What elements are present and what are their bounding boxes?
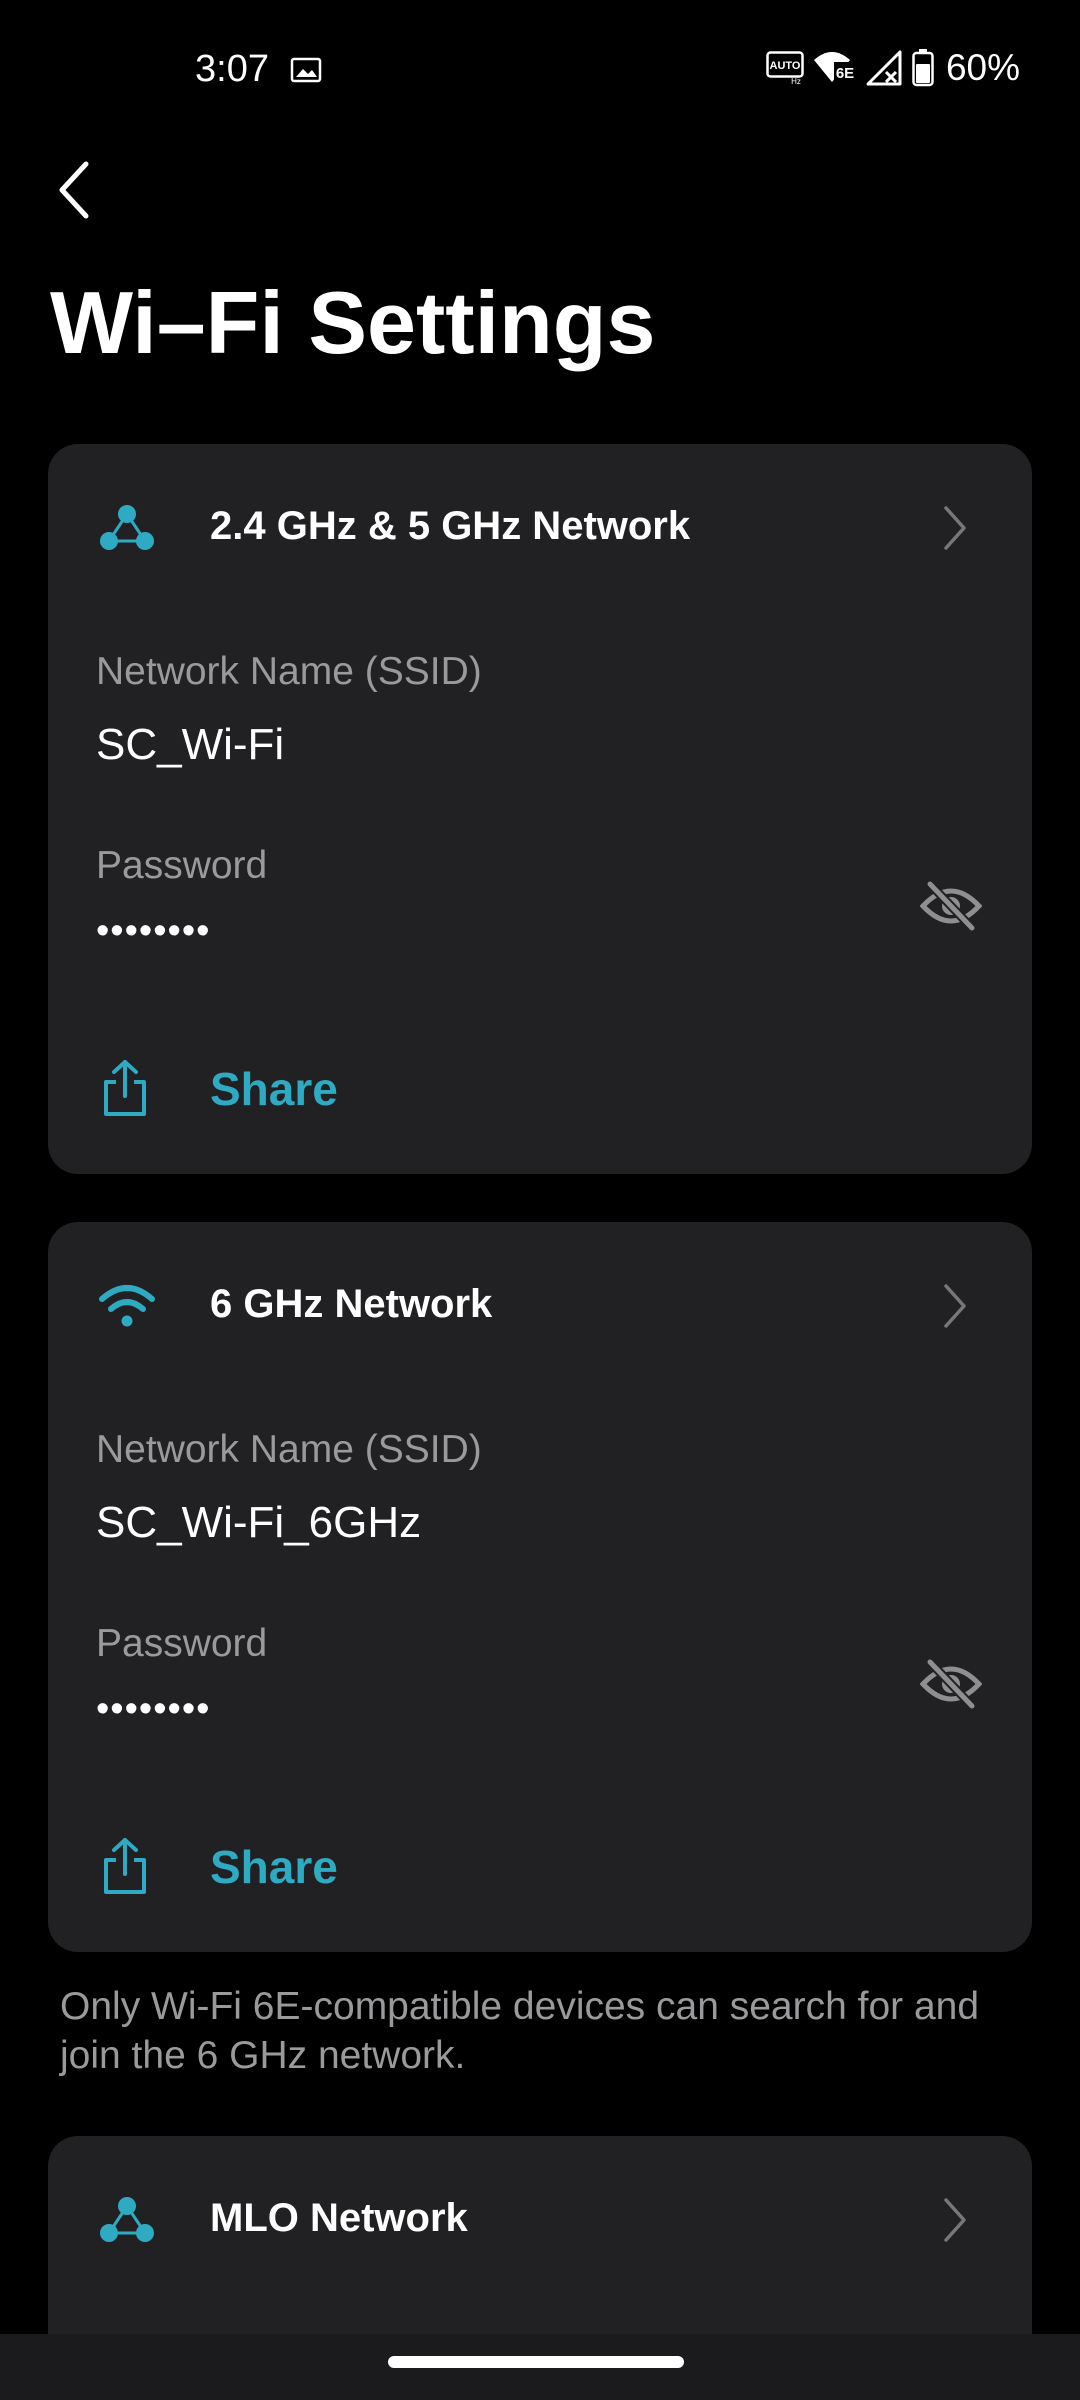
mesh-network-icon	[98, 499, 156, 557]
battery-percent: 60%	[945, 47, 1020, 88]
network-title: 2.4 GHz & 5 GHz Network	[210, 504, 691, 548]
battery-icon	[912, 49, 934, 87]
svg-text:6E: 6E	[836, 65, 854, 82]
network-title: MLO Network	[210, 2196, 468, 2240]
signal-no-service-icon	[866, 50, 902, 86]
status-bar: 3:07 AUTO Hz 6E 60%	[0, 0, 1080, 140]
status-icons: AUTO Hz 6E 60%	[766, 46, 1020, 90]
gallery-icon	[290, 57, 322, 83]
chevron-right-icon	[944, 506, 966, 550]
password-label: Password	[96, 844, 268, 887]
page-title: Wi–Fi Settings	[50, 273, 656, 372]
share-icon	[104, 1060, 146, 1116]
show-password-toggle[interactable]	[918, 1654, 984, 1714]
svg-text:AUTO: AUTO	[769, 60, 800, 72]
show-password-toggle[interactable]	[918, 876, 984, 936]
auto-hz-icon: AUTO Hz	[766, 51, 804, 85]
ssid-label: Network Name (SSID)	[96, 1428, 482, 1471]
network-card-header[interactable]: MLO Network	[48, 2136, 1032, 2306]
share-button[interactable]: Share	[48, 1816, 1032, 1916]
wifi-icon	[98, 1277, 156, 1335]
home-indicator[interactable]	[388, 2356, 684, 2368]
share-icon	[104, 1838, 146, 1894]
share-button[interactable]: Share	[48, 1038, 1032, 1138]
back-button[interactable]	[44, 150, 104, 230]
status-time: 3:07	[195, 48, 269, 90]
network-card-2g-5g: 2.4 GHz & 5 GHz Network Network Name (SS…	[48, 444, 1032, 1174]
mesh-network-icon	[98, 2191, 156, 2249]
ssid-label: Network Name (SSID)	[96, 650, 482, 693]
eye-off-icon	[920, 880, 982, 932]
back-arrow-icon	[59, 161, 89, 219]
share-label: Share	[210, 1841, 338, 1893]
ssid-value: SC_Wi-Fi	[96, 720, 285, 769]
password-value: ••••••••	[96, 910, 211, 952]
network-card-6g: 6 GHz Network Network Name (SSID) SC_Wi-…	[48, 1222, 1032, 1952]
svg-text:Hz: Hz	[791, 77, 801, 85]
share-label: Share	[210, 1063, 338, 1115]
navigation-bar	[0, 2334, 1080, 2400]
eye-off-icon	[920, 1658, 982, 1710]
password-label: Password	[96, 1622, 268, 1665]
ssid-value: SC_Wi-Fi_6GHz	[96, 1498, 422, 1547]
wifi-6e-icon: 6E	[813, 52, 856, 82]
network-title: 6 GHz Network	[210, 1282, 493, 1326]
network-card-header[interactable]: 2.4 GHz & 5 GHz Network	[48, 444, 1032, 614]
chevron-right-icon	[944, 1284, 966, 1328]
password-value: ••••••••	[96, 1688, 211, 1730]
chevron-right-icon	[944, 2198, 966, 2242]
6ghz-compatibility-note: Only Wi-Fi 6E-compatible devices can sea…	[60, 1985, 980, 2077]
network-card-header[interactable]: 6 GHz Network	[48, 1222, 1032, 1392]
